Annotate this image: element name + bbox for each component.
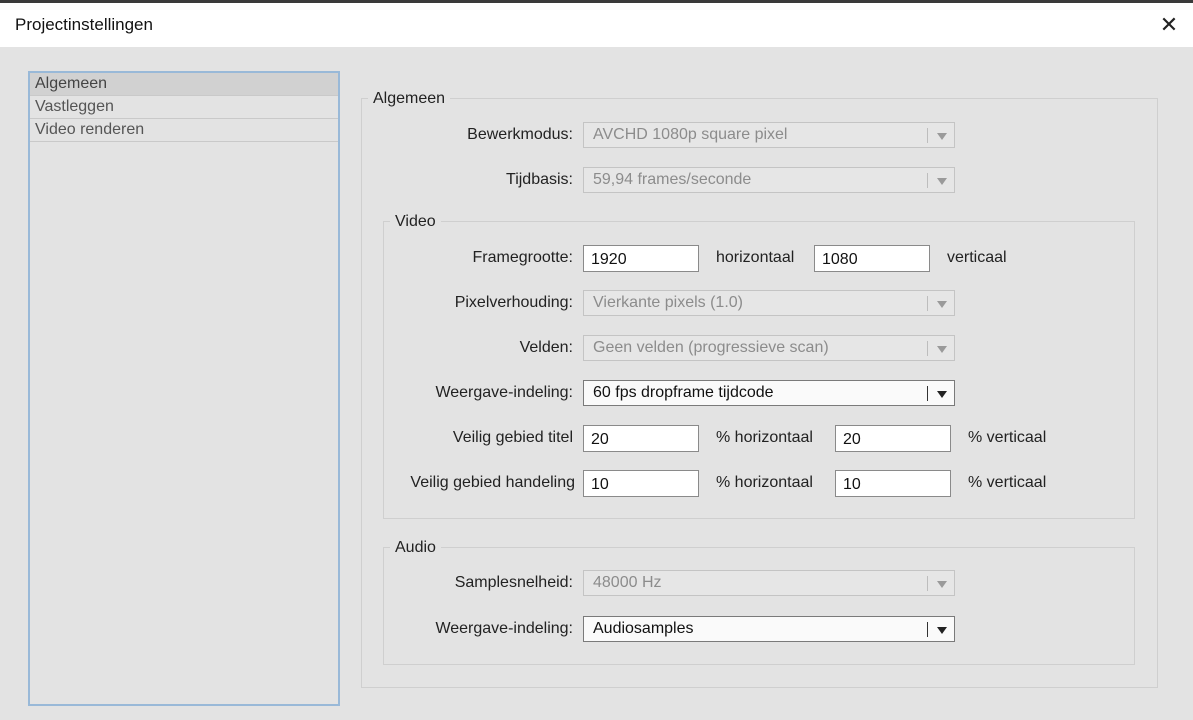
frame-height-unit: verticaal — [947, 249, 1007, 266]
chevron-down-icon — [937, 346, 947, 353]
audio-display-format-dropdown[interactable]: Audiosamples — [583, 616, 955, 642]
timebase-value: 59,94 frames/seconde — [593, 171, 752, 188]
close-icon: ✕ — [1159, 12, 1179, 37]
audio-display-format-label: Weergave-indeling: — [435, 620, 573, 637]
action-safe-label: Veilig gebied handeling — [410, 474, 575, 491]
sidebar-item-general[interactable]: Algemeen — [30, 73, 338, 96]
sample-rate-value: 48000 Hz — [593, 574, 662, 591]
dropdown-separator — [927, 128, 928, 143]
chevron-down-icon — [937, 133, 947, 140]
action-safe-horizontal-unit: % horizontaal — [716, 474, 813, 491]
title-safe-vertical-unit: % verticaal — [968, 429, 1047, 446]
audio-group — [383, 547, 1135, 665]
title-safe-horizontal-input[interactable] — [583, 425, 699, 452]
dropdown-separator — [927, 296, 928, 311]
category-list: Algemeen Vastleggen Video renderen — [28, 71, 340, 706]
chevron-down-icon — [937, 391, 947, 398]
chevron-down-icon — [937, 301, 947, 308]
chevron-down-icon — [937, 627, 947, 634]
dropdown-separator — [927, 341, 928, 356]
dropdown-separator — [927, 622, 928, 637]
fields-dropdown[interactable]: Geen velden (progressieve scan) — [583, 335, 955, 361]
close-button[interactable]: ✕ — [1145, 3, 1193, 47]
title-bar: Projectinstellingen ✕ — [0, 0, 1193, 47]
pixel-aspect-dropdown[interactable]: Vierkante pixels (1.0) — [583, 290, 955, 316]
sidebar-item-capture[interactable]: Vastleggen — [30, 96, 338, 119]
edit-mode-label: Bewerkmodus: — [467, 126, 573, 143]
title-safe-label: Veilig gebied titel — [452, 429, 573, 446]
timebase-label: Tijdbasis: — [506, 171, 573, 188]
video-display-format-dropdown[interactable]: 60 fps dropframe tijdcode — [583, 380, 955, 406]
sample-rate-dropdown[interactable]: 48000 Hz — [583, 570, 955, 596]
frame-width-input[interactable] — [583, 245, 699, 272]
frame-size-label: Framegrootte: — [472, 249, 573, 266]
edit-mode-value: AVCHD 1080p square pixel — [593, 126, 788, 143]
chevron-down-icon — [937, 581, 947, 588]
video-group-title: Video — [390, 213, 441, 231]
audio-display-format-value: Audiosamples — [593, 620, 694, 637]
action-safe-vertical-input[interactable] — [835, 470, 951, 497]
action-safe-vertical-unit: % verticaal — [968, 474, 1047, 491]
dropdown-separator — [927, 386, 928, 401]
frame-width-unit: horizontaal — [716, 249, 795, 266]
title-safe-vertical-input[interactable] — [835, 425, 951, 452]
sidebar-item-video-rendering[interactable]: Video renderen — [30, 119, 338, 142]
fields-label: Velden: — [519, 339, 573, 356]
chevron-down-icon — [937, 178, 947, 185]
action-safe-horizontal-input[interactable] — [583, 470, 699, 497]
pixel-aspect-value: Vierkante pixels (1.0) — [593, 294, 743, 311]
audio-group-title: Audio — [390, 539, 441, 557]
fields-value: Geen velden (progressieve scan) — [593, 339, 829, 356]
window-title: Projectinstellingen — [15, 15, 153, 34]
edit-mode-dropdown[interactable]: AVCHD 1080p square pixel — [583, 122, 955, 148]
general-group-title: Algemeen — [368, 90, 451, 108]
dropdown-separator — [927, 173, 928, 188]
video-display-format-label: Weergave-indeling: — [435, 384, 573, 401]
pixel-aspect-label: Pixelverhouding: — [454, 294, 573, 311]
sample-rate-label: Samplesnelheid: — [454, 574, 573, 591]
frame-height-input[interactable] — [814, 245, 930, 272]
timebase-dropdown[interactable]: 59,94 frames/seconde — [583, 167, 955, 193]
dropdown-separator — [927, 576, 928, 591]
title-safe-horizontal-unit: % horizontaal — [716, 429, 813, 446]
video-display-format-value: 60 fps dropframe tijdcode — [593, 384, 774, 401]
